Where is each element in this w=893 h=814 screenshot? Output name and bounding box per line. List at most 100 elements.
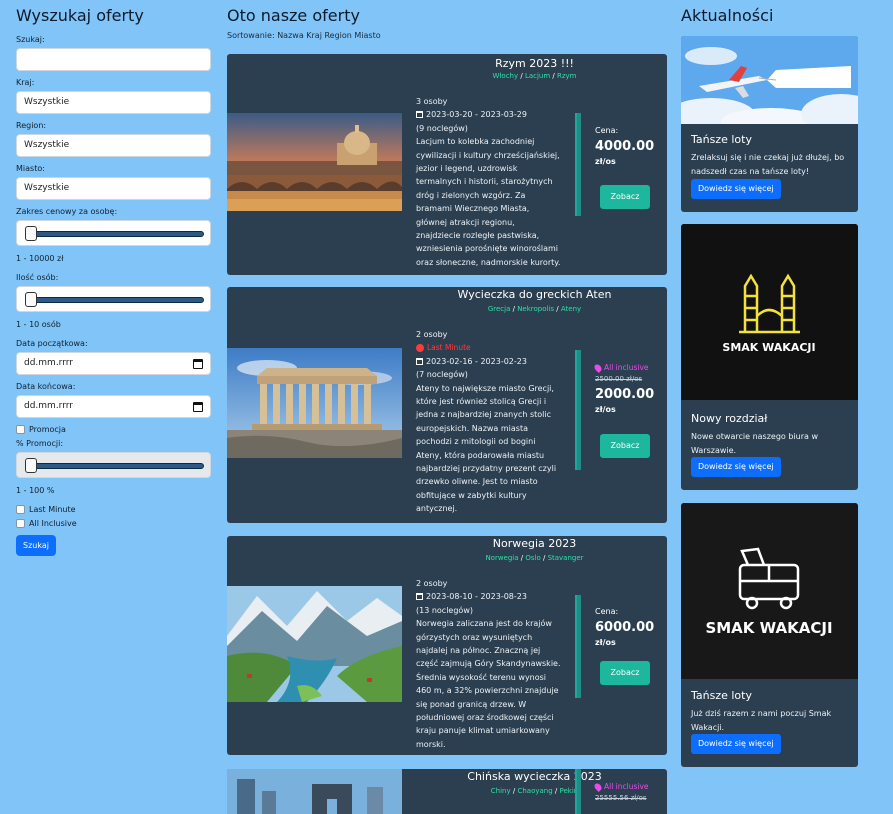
city-select[interactable]: Wszystkie — [16, 177, 211, 200]
offer-persons: 2 osoby — [416, 579, 448, 588]
price-label: Cena: — [595, 607, 619, 616]
offer-card[interactable]: Norwegia 2023 Norwegia / Oslo / Stavange… — [227, 536, 667, 755]
learn-more-button[interactable]: Dowiedz się więcej — [691, 457, 781, 477]
search-panel: Wyszukaj oferty Szukaj: Kraj: Wszystkie … — [16, 6, 211, 556]
offer-price: 6000.00 — [595, 620, 655, 635]
offer-image-athens[interactable] — [227, 348, 402, 458]
offer-price-unit: zł/os — [595, 405, 616, 414]
offer-city-link[interactable]: Ateny — [561, 305, 581, 313]
offer-price-block: Cena: 6000.00 zł/os — [595, 607, 663, 647]
learn-more-button[interactable]: Dowiedz się więcej — [691, 734, 781, 754]
offer-country-link[interactable]: Włochy — [493, 72, 519, 80]
offer-persons: 3 osoby — [416, 97, 448, 106]
sort-bar[interactable]: Sortowanie: Nazwa Kraj Region Miasto — [227, 31, 667, 40]
lastminute-label: Last Minute — [29, 505, 76, 514]
offer-country-link[interactable]: Grecja — [488, 305, 511, 313]
news-card-title: Tańsze loty — [691, 133, 752, 146]
calendar-icon — [416, 357, 423, 365]
pin-icon — [593, 781, 603, 792]
news-card-text: Zrelaksuj się i nie czekaj już dłużej, b… — [691, 153, 845, 176]
city-label: Miasto: — [16, 164, 45, 173]
persons-slider[interactable] — [16, 286, 211, 312]
see-offer-button[interactable]: Zobacz — [600, 185, 650, 209]
start-date-placeholder: dd.mm.rrrr — [24, 358, 74, 368]
offer-tags: Norwegia / Oslo / Stavanger — [485, 554, 584, 562]
lastminute-checkbox-row[interactable]: Last Minute — [16, 505, 211, 514]
offer-country-link[interactable]: Chiny — [491, 787, 511, 795]
price-slider[interactable] — [16, 220, 211, 246]
offer-price-block: All inclusive 25555.56 zł/os — [593, 781, 663, 802]
end-date-label: Data końcowa: — [16, 382, 76, 391]
offer-title[interactable]: Wycieczka do greckich Aten — [402, 288, 667, 301]
search-input[interactable] — [16, 48, 211, 71]
offer-image-rome[interactable] — [227, 113, 402, 211]
offer-description: Lacjum to kolebka zachodniej cywilizacji… — [416, 137, 561, 267]
allinclusive-checkbox[interactable] — [16, 519, 25, 528]
offer-image-norway[interactable] — [227, 586, 402, 702]
offers-title: Oto nasze oferty — [227, 6, 360, 25]
offer-title[interactable]: Rzym 2023 !!! — [402, 57, 667, 70]
search-button[interactable]: Szukaj — [16, 535, 56, 556]
promo-slider-thumb[interactable] — [25, 458, 37, 473]
offer-region-link[interactable]: Chaoyang — [517, 787, 552, 795]
news-card: SMAK WAKACJI Nowy rozdział Nowe otwarcie… — [681, 224, 858, 490]
region-select[interactable]: Wszystkie — [16, 134, 211, 157]
persons-label: Ilość osób: — [16, 273, 59, 282]
persons-slider-thumb[interactable] — [25, 292, 37, 307]
offer-city-link[interactable]: Stavanger — [548, 554, 584, 562]
pin-icon — [593, 362, 603, 373]
region-label: Region: — [16, 121, 47, 130]
offer-card[interactable]: Wycieczka do greckich Aten Grecja / Nekr… — [227, 287, 667, 523]
offer-title[interactable]: Norwegia 2023 — [402, 537, 667, 550]
calendar-icon[interactable] — [193, 401, 203, 412]
offer-dates: 2023-03-20 - 2023-03-29 — [426, 110, 527, 120]
calendar-icon[interactable] — [193, 358, 203, 369]
region-value: Wszystkie — [24, 140, 70, 150]
persons-range-text: 1 - 10 osób — [16, 320, 61, 329]
allinclusive-label: All Inclusive — [29, 519, 77, 528]
offer-region-link[interactable]: Nekropolis — [517, 305, 554, 313]
start-date-input[interactable]: dd.mm.rrrr — [16, 352, 211, 375]
all-inclusive-badge: All inclusive — [593, 362, 663, 373]
offer-details: 2 osoby Last Minute 2023-02-16 - 2023-02… — [416, 328, 561, 516]
offer-dates: 2023-02-16 - 2023-02-23 — [426, 356, 527, 366]
offer-image-china[interactable] — [227, 769, 402, 814]
clock-icon — [416, 344, 424, 353]
offer-card[interactable]: Rzym 2023 !!! Włochy / Lacjum / Rzym 3 o… — [227, 54, 667, 275]
offer-divider — [575, 595, 581, 698]
end-date-input[interactable]: dd.mm.rrrr — [16, 395, 211, 418]
calendar-icon — [416, 593, 423, 601]
promo-label: Promocja — [29, 425, 66, 434]
offer-details: 2 osoby 2023-08-10 - 2023-08-23 (13 nocl… — [416, 577, 561, 751]
learn-more-button[interactable]: Dowiedz się więcej — [691, 179, 781, 199]
see-offer-button[interactable]: Zobacz — [600, 661, 650, 685]
promo-checkbox[interactable] — [16, 425, 25, 434]
price-slider-thumb[interactable] — [25, 226, 37, 241]
offer-card[interactable]: Chińska wycieczka 2023 Chiny / Chaoyang … — [227, 769, 667, 814]
promo-slider[interactable] — [16, 452, 211, 478]
offer-description: Norwegia zaliczana jest do krajów górzys… — [416, 619, 561, 749]
offer-region-link[interactable]: Oslo — [525, 554, 540, 562]
promo-slider-track — [26, 463, 204, 469]
offer-price-unit: zł/os — [595, 157, 616, 166]
news-image-logo: SMAK WAKACJI — [681, 503, 858, 679]
offer-dates-row: 2023-08-10 - 2023-08-23 — [416, 590, 561, 603]
allinclusive-checkbox-row[interactable]: All Inclusive — [16, 519, 211, 528]
offer-price: 4000.00 — [595, 139, 655, 154]
lastminute-checkbox[interactable] — [16, 505, 25, 514]
city-value: Wszystkie — [24, 183, 70, 193]
promo-checkbox-row[interactable]: Promocja — [16, 425, 211, 434]
offer-city-link[interactable]: Rzym — [557, 72, 577, 80]
see-offer-button[interactable]: Zobacz — [600, 434, 650, 458]
svg-text:SMAK WAKACJI: SMAK WAKACJI — [705, 619, 832, 637]
offer-country-link[interactable]: Norwegia — [485, 554, 518, 562]
offer-region-link[interactable]: Lacjum — [525, 72, 550, 80]
country-select[interactable]: Wszystkie — [16, 91, 211, 114]
offer-old-price: 25555.56 zł/os — [595, 794, 647, 802]
start-date-label: Data początkowa: — [16, 339, 88, 348]
offer-dates-row: 2023-02-16 - 2023-02-23 — [416, 355, 561, 368]
offer-nights: (7 noclegów) — [416, 370, 468, 380]
calendar-icon — [416, 111, 423, 119]
offer-description: Ateny to największe miasto Grecji, które… — [416, 383, 557, 514]
country-label: Kraj: — [16, 78, 35, 87]
